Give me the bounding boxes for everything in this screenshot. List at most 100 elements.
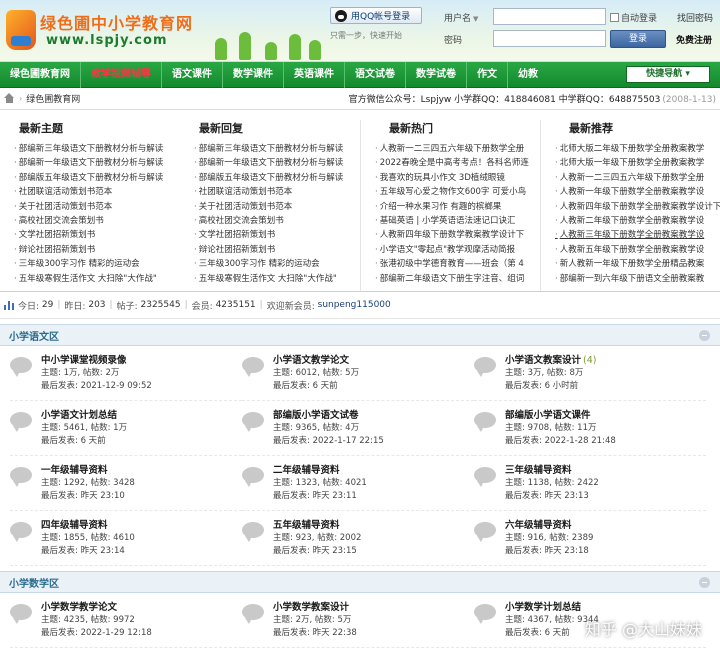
list-item[interactable]: 北师大版二年级下册数学全册教案教学	[555, 142, 720, 156]
forum-last-post[interactable]: 最后发表: 6 小时前	[505, 380, 706, 393]
list-item[interactable]: 部编新一到六年级下册语文全册教案教	[555, 272, 720, 286]
forum-link[interactable]: 小学语文计划总结	[41, 410, 117, 421]
list-item[interactable]: 社团联谊活动策划书范本	[14, 185, 180, 199]
forum-last-post[interactable]: 最后发表: 6 天前	[41, 435, 242, 448]
list-item[interactable]: 人教新五年级下册数学全册教案教学设	[555, 243, 720, 257]
login-form: 用户名 ▼ 自动登录 找回密码 密码 登录 免费注册	[440, 7, 720, 51]
forum-link[interactable]: 小学数学计划总结	[505, 602, 581, 613]
list-item[interactable]: 辩论社团招新策划书	[14, 243, 180, 257]
section-title[interactable]: 小学数学区	[9, 575, 59, 590]
forum-last-post[interactable]: 最后发表: 昨天 23:13	[505, 490, 706, 503]
forum-last-post[interactable]: 最后发表: 6 天前	[273, 380, 474, 393]
forum-last-post[interactable]: 最后发表: 2022-1-29 12:18	[41, 627, 242, 640]
list-item[interactable]: 人教新四年级下册数学全册教案教学设计下	[555, 200, 720, 214]
list-item[interactable]: 基础英语 | 小学英语语法速记口诀汇	[375, 214, 540, 228]
list-item[interactable]: 人教新一二三四五六年级下册数学全册	[555, 171, 720, 185]
forum-link[interactable]: 小学语文教案设计	[505, 355, 581, 366]
list-item[interactable]: 关于社团活动策划书范本	[14, 200, 180, 214]
forum-link[interactable]: 二年级辅导资料	[273, 465, 340, 476]
list-item[interactable]: 部编新一年级语文下册教材分析与解读	[194, 156, 360, 170]
list-item[interactable]: 部编版五年级语文下册教材分析与解读	[194, 171, 360, 185]
forum-link[interactable]: 部编版小学语文课件	[505, 410, 591, 421]
site-logo[interactable]: 绿色圃中小学教育网 www.lspjy.com	[6, 8, 206, 56]
forum-link[interactable]: 小学语文教学论文	[273, 355, 349, 366]
breadcrumb-site-link[interactable]: 绿色圃教育网	[26, 92, 80, 105]
list-item[interactable]: 五年级写心爱之物作文600字 可爱小鸟	[375, 185, 540, 199]
qq-login-button[interactable]: 用QQ帐号登录	[330, 7, 422, 24]
list-item[interactable]: 部编新一年级语文下册教材分析与解读	[14, 156, 180, 170]
list-item[interactable]: 小学语文"零起点"教学观摩活动简报	[375, 243, 540, 257]
username-input[interactable]	[493, 8, 606, 25]
section-title[interactable]: 小学语文区	[9, 328, 59, 343]
list-item[interactable]: 五年级寒假生活作文 大扫除"大作战"	[194, 272, 360, 286]
list-item[interactable]: 我喜欢的玩具小作文 3D植绒眼镜	[375, 171, 540, 185]
list-item[interactable]: 人教新一年级下册数学全册教案教学设	[555, 185, 720, 199]
list-item[interactable]: 文学社团招新策划书	[194, 228, 360, 242]
collapse-icon[interactable]	[699, 329, 710, 341]
list-item[interactable]: 介绍一种水果习作 有趣的槟榔果	[375, 200, 540, 214]
list-item[interactable]: 部编新三年级语文下册教材分析与解读	[194, 142, 360, 156]
forum-last-post[interactable]: 最后发表: 昨天 23:18	[505, 545, 706, 558]
list-item[interactable]: 三年级300字习作 精彩的运动会	[194, 257, 360, 271]
forum-last-post[interactable]: 最后发表: 昨天 22:38	[273, 627, 474, 640]
username-label[interactable]: 用户名 ▼	[444, 11, 478, 24]
forum-cell: 二年级辅导资料 主题: 1323, 帖数: 4021 最后发表: 昨天 23:11	[242, 456, 474, 511]
forum-stats: 主题: 3万, 帖数: 8万	[505, 368, 584, 378]
list-item[interactable]: 北师大版一年级下册数学全册教案教学	[555, 156, 720, 170]
nav-item-home[interactable]: 绿色圃教育网	[0, 62, 80, 88]
list-item[interactable]: 新人教新一年级下册数学全册精品教案	[555, 257, 720, 271]
auto-login-checkbox[interactable]: 自动登录	[610, 11, 657, 24]
forum-link[interactable]: 四年级辅导资料	[41, 520, 108, 531]
list-item[interactable]: 高校社团交流会策划书	[14, 214, 180, 228]
list-item[interactable]: 社团联谊活动策划书范本	[194, 185, 360, 199]
forum-link[interactable]: 五年级辅导资料	[273, 520, 340, 531]
nav-item-chinese-courseware[interactable]: 语文课件	[161, 61, 222, 88]
list-item[interactable]: 辩论社团招新策划书	[194, 243, 360, 257]
list-item[interactable]: 部编新三年级语文下册教材分析与解读	[14, 142, 180, 156]
quick-nav-button[interactable]: 快捷导航 ▾	[626, 66, 710, 83]
forum-last-post[interactable]: 最后发表: 昨天 23:15	[273, 545, 474, 558]
forum-link[interactable]: 小学数学教学论文	[41, 602, 117, 613]
forum-last-post[interactable]: 最后发表: 2022-1-17 22:15	[273, 435, 474, 448]
forum-link[interactable]: 六年级辅导资料	[505, 520, 572, 531]
find-password-link[interactable]: 找回密码	[677, 11, 713, 24]
nav-item-video[interactable]: 教学视频辅导	[80, 61, 161, 88]
list-item[interactable]: 人教新一二三四五六年级下册数学全册	[375, 142, 540, 156]
home-icon[interactable]	[4, 93, 15, 104]
forum-last-post[interactable]: 最后发表: 昨天 23:14	[41, 545, 242, 558]
list-item[interactable]: 关于社团活动策划书范本	[194, 200, 360, 214]
new-member-link[interactable]: sunpeng115000	[318, 300, 391, 310]
list-item[interactable]: 人教新四年级下册数学教案教学设计下	[375, 228, 540, 242]
collapse-icon[interactable]	[699, 576, 710, 588]
forum-last-post[interactable]: 最后发表: 2021-12-9 09:52	[41, 380, 242, 393]
list-item[interactable]: 五年级寒假生活作文 大扫除"大作战"	[14, 272, 180, 286]
forum-link[interactable]: 小学数学教案设计	[273, 602, 349, 613]
forum-link[interactable]: 三年级辅导资料	[505, 465, 572, 476]
forum-last-post[interactable]: 最后发表: 昨天 23:11	[273, 490, 474, 503]
list-item[interactable]: 部编版五年级语文下册教材分析与解读	[14, 171, 180, 185]
list-item[interactable]: 2022春晚全是中高考考点！各科名师连	[375, 156, 540, 170]
forum-bubble-icon	[242, 522, 264, 542]
list-item[interactable]: 部编新二年级语文下册生字注音、组词	[375, 272, 540, 286]
nav-item-math-exams[interactable]: 数学试卷	[405, 61, 466, 88]
list-item[interactable]: 人教新二年级下册数学全册教案教学设	[555, 214, 720, 228]
nav-item-english-courseware[interactable]: 英语课件	[283, 61, 344, 88]
forum-last-post[interactable]: 最后发表: 2022-1-28 21:48	[505, 435, 706, 448]
nav-item-preschool[interactable]: 幼教	[507, 61, 548, 88]
list-item[interactable]: 高校社团交流会策划书	[194, 214, 360, 228]
forum-last-post[interactable]: 最后发表: 昨天 23:10	[41, 490, 242, 503]
list-item[interactable]: 张港初级中学德育教育——班会（第 4	[375, 257, 540, 271]
register-link[interactable]: 免费注册	[676, 33, 712, 46]
nav-item-math-courseware[interactable]: 数学课件	[222, 61, 283, 88]
nav-item-composition[interactable]: 作文	[466, 61, 507, 88]
nav-item-chinese-exams[interactable]: 语文试卷	[344, 61, 405, 88]
list-item[interactable]: 文学社团招新策划书	[14, 228, 180, 242]
forum-link[interactable]: 中小学课堂视频录像	[41, 355, 127, 366]
forum-bubble-icon	[474, 522, 496, 542]
list-item[interactable]: 人教新三年级下册数学全册教案教学设	[555, 228, 720, 242]
password-input[interactable]	[493, 30, 606, 47]
list-item[interactable]: 三年级300字习作 精彩的运动会	[14, 257, 180, 271]
forum-link[interactable]: 部编版小学语文试卷	[273, 410, 359, 421]
forum-link[interactable]: 一年级辅导资料	[41, 465, 108, 476]
login-button[interactable]: 登录	[610, 30, 666, 48]
